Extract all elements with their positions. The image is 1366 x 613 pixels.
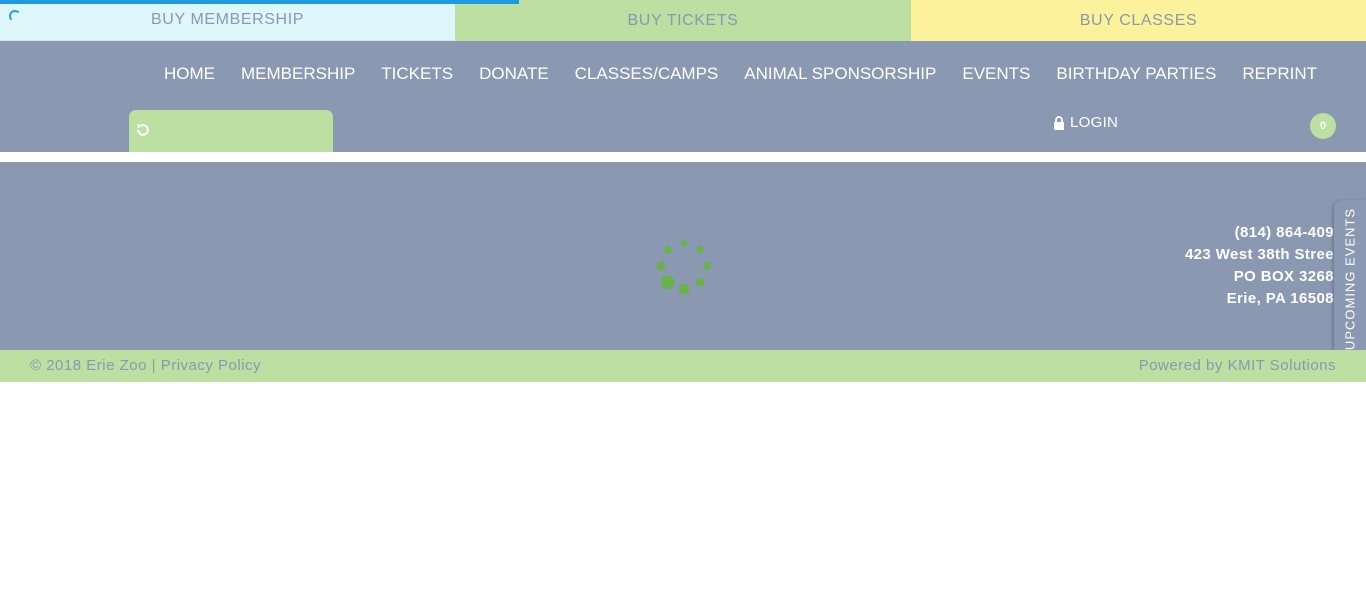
buy-membership-button[interactable]: BUY MEMBERSHIP [0, 0, 455, 41]
loader-dot [703, 262, 711, 270]
site-header: HOME MEMBERSHIP TICKETS DONATE CLASSES/C… [0, 41, 1366, 152]
nav-item-animal-sponsorship[interactable]: ANIMAL SPONSORSHIP [731, 63, 949, 85]
nav-item-tickets[interactable]: TICKETS [368, 63, 466, 85]
loader-dot [663, 245, 672, 254]
login-label: LOGIN [1070, 114, 1119, 131]
buy-classes-button[interactable]: BUY CLASSES [911, 0, 1366, 41]
footer-left: © 2018 Erie Zoo | Privacy Policy [30, 357, 261, 374]
header-divider [0, 152, 1366, 162]
buy-tickets-button[interactable]: BUY TICKETS [455, 0, 911, 41]
main-nav: HOME MEMBERSHIP TICKETS DONATE CLASSES/C… [151, 63, 1330, 85]
nav-item-membership[interactable]: MEMBERSHIP [228, 63, 368, 85]
cart-count-badge[interactable]: 0 [1310, 113, 1336, 139]
logo-tab[interactable] [129, 110, 333, 152]
contact-info: (814) 864-409 423 West 38th Stree PO BOX… [1100, 222, 1334, 310]
nav-item-reprint[interactable]: REPRINT [1229, 63, 1330, 85]
loader-dot [656, 261, 666, 271]
quick-buy-bar: BUY MEMBERSHIP BUY TICKETS BUY CLASSES [0, 0, 1366, 41]
contact-po-box: PO BOX 3268 [1233, 268, 1334, 285]
nav-item-birthday-parties[interactable]: BIRTHDAY PARTIES [1043, 63, 1229, 85]
page-load-progress-bar [0, 0, 520, 4]
loader-dot [678, 283, 690, 295]
contact-street: 423 West 38th Stree [1184, 246, 1334, 263]
nav-item-donate[interactable]: DONATE [466, 63, 562, 85]
loader-dot [660, 275, 675, 290]
copyright-text: © 2018 Erie Zoo | [30, 357, 157, 374]
site-footer: © 2018 Erie Zoo | Privacy Policy Powered… [0, 350, 1366, 382]
loader-dot [695, 277, 705, 287]
nav-item-classes-camps[interactable]: CLASSES/CAMPS [562, 63, 732, 85]
login-button[interactable]: LOGIN [1053, 114, 1118, 131]
contact-city: Erie, PA 16508 [1226, 290, 1334, 307]
privacy-policy-link[interactable]: Privacy Policy [161, 357, 261, 374]
refresh-icon[interactable] [135, 122, 151, 138]
loading-indicator-icon [9, 10, 21, 22]
upcoming-events-label: UPCOMING EVENTS [1342, 207, 1358, 351]
loader-dot [680, 239, 688, 247]
lock-icon [1054, 115, 1064, 130]
loading-spinner-icon [656, 239, 711, 295]
content-area: (814) 864-409 423 West 38th Stree PO BOX… [0, 162, 1366, 350]
upcoming-events-tab[interactable]: UPCOMING EVENTS [1334, 200, 1366, 358]
nav-item-home[interactable]: HOME [151, 63, 228, 85]
powered-by-text[interactable]: Powered by KMIT Solutions [1139, 357, 1336, 374]
nav-item-events[interactable]: EVENTS [949, 63, 1043, 85]
loader-dot [696, 246, 704, 254]
contact-phone[interactable]: (814) 864-409 [1100, 222, 1334, 244]
